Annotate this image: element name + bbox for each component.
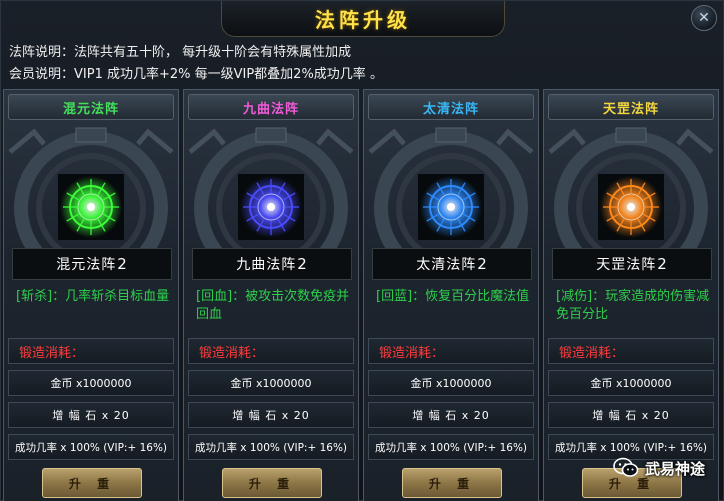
array-card: 混元法阵 混元法阵 2 [斩杀]：几率斩杀目标血量 锻造消耗： 金币 x10000… bbox=[3, 89, 179, 501]
card-header: 太清法阵 bbox=[368, 94, 534, 120]
array-name-plate: 天罡法阵 2 bbox=[552, 248, 712, 280]
array-emblem bbox=[598, 174, 664, 240]
card-header: 混元法阵 bbox=[8, 94, 174, 120]
array-emblem-glow bbox=[600, 176, 662, 238]
upgrade-window: 法阵升级 ✕ 法阵说明：法阵共有五十阶， 每升级十阶会有特殊属性加成 会员说明：… bbox=[0, 0, 724, 501]
array-emblem-glow bbox=[60, 176, 122, 238]
array-cards: 混元法阵 混元法阵 2 [斩杀]：几率斩杀目标血量 锻造消耗： 金币 x10000… bbox=[1, 89, 724, 501]
card-header-title: 天罡法阵 bbox=[602, 101, 659, 117]
success-rate: 成功几率 x 100% (VIP:+ 16%) bbox=[188, 434, 354, 460]
array-name-plate: 九曲法阵 2 bbox=[192, 248, 352, 280]
close-button[interactable]: ✕ bbox=[691, 5, 717, 31]
array-name: 天罡法阵 bbox=[596, 257, 657, 273]
vip-description: 会员说明：VIP1 成功几率+2% 每一级VIP都叠加2%成功几率 。 bbox=[9, 67, 383, 82]
array-emblem bbox=[418, 174, 484, 240]
cost-title: 锻造消耗： bbox=[368, 338, 534, 364]
array-effect: [斩杀]：几率斩杀目标血量 bbox=[16, 289, 170, 304]
array-emblem bbox=[58, 174, 124, 240]
array-card: 太清法阵 太清法阵 2 [回蓝]：恢复百分比魔法值 锻造消耗： 金币 x10000… bbox=[363, 89, 539, 501]
cost-stone: 增 幅 石 x 20 bbox=[368, 402, 534, 428]
cost-stone: 增 幅 石 x 20 bbox=[548, 402, 714, 428]
array-description: 法阵说明：法阵共有五十阶， 每升级十阶会有特殊属性加成 bbox=[9, 45, 352, 60]
watermark: 武易神途 bbox=[613, 456, 705, 480]
array-effect: [回血]：被攻击次数免疫并回血 bbox=[196, 289, 350, 322]
array-level: 2 bbox=[477, 255, 488, 273]
array-level: 2 bbox=[657, 255, 668, 273]
array-name: 混元法阵 bbox=[56, 257, 117, 273]
upgrade-button[interactable]: 升 重 bbox=[42, 468, 142, 498]
watermark-text: 武易神途 bbox=[644, 459, 705, 478]
card-header-title: 混元法阵 bbox=[62, 101, 119, 117]
window-title: 法阵升级 bbox=[315, 8, 411, 32]
cost-gold: 金币 x1000000 bbox=[548, 370, 714, 396]
array-level: 2 bbox=[297, 255, 308, 273]
array-card: 天罡法阵 天罡法阵 2 [减伤]：玩家造成的伤害减免百分比 锻造消耗： 金币 x1… bbox=[543, 89, 719, 501]
close-icon: ✕ bbox=[698, 10, 710, 26]
cost-stone: 增 幅 石 x 20 bbox=[8, 402, 174, 428]
cost-title: 锻造消耗： bbox=[8, 338, 174, 364]
card-header: 天罡法阵 bbox=[548, 94, 714, 120]
wechat-icon bbox=[613, 457, 639, 477]
cost-title: 锻造消耗： bbox=[548, 338, 714, 364]
array-card: 九曲法阵 九曲法阵 2 [回血]：被攻击次数免疫并回血 锻造消耗： 金币 x100… bbox=[183, 89, 359, 501]
upgrade-button[interactable]: 升 重 bbox=[222, 468, 322, 498]
array-effect: [减伤]：玩家造成的伤害减免百分比 bbox=[556, 289, 710, 322]
array-emblem-glow bbox=[420, 176, 482, 238]
array-effect: [回蓝]：恢复百分比魔法值 bbox=[376, 289, 530, 304]
cost-gold: 金币 x1000000 bbox=[368, 370, 534, 396]
card-header: 九曲法阵 bbox=[188, 94, 354, 120]
array-name-plate: 混元法阵 2 bbox=[12, 248, 172, 280]
array-level: 2 bbox=[117, 255, 128, 273]
array-name: 九曲法阵 bbox=[236, 257, 297, 273]
array-emblem-glow bbox=[240, 176, 302, 238]
success-rate: 成功几率 x 100% (VIP:+ 16%) bbox=[8, 434, 174, 460]
title-bar: 法阵升级 bbox=[221, 1, 505, 37]
array-emblem bbox=[238, 174, 304, 240]
array-name-plate: 太清法阵 2 bbox=[372, 248, 532, 280]
card-header-title: 太清法阵 bbox=[422, 101, 479, 117]
cost-gold: 金币 x1000000 bbox=[188, 370, 354, 396]
cost-gold: 金币 x1000000 bbox=[8, 370, 174, 396]
card-header-title: 九曲法阵 bbox=[242, 101, 299, 117]
cost-title: 锻造消耗： bbox=[188, 338, 354, 364]
success-rate: 成功几率 x 100% (VIP:+ 16%) bbox=[368, 434, 534, 460]
array-name: 太清法阵 bbox=[416, 257, 477, 273]
upgrade-button[interactable]: 升 重 bbox=[402, 468, 502, 498]
cost-stone: 增 幅 石 x 20 bbox=[188, 402, 354, 428]
